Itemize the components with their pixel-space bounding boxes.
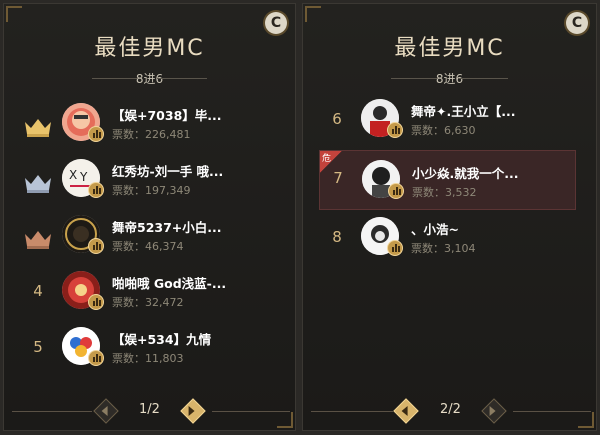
divider-line	[458, 78, 508, 79]
round-subtitle: 8进6	[135, 72, 164, 86]
pager: 2/2	[303, 398, 596, 426]
ranking-row[interactable]: 危 7 小少焱.就我一个... 票数：3,532	[319, 150, 576, 210]
ranking-row[interactable]: X Y 红秀坊-刘一手 哦... 票数：197,349	[14, 156, 285, 208]
ranking-row[interactable]: 5 【娱+534】九情 票数：11,803	[14, 324, 285, 376]
ranking-row[interactable]: 8 、小浩~ 票数：3,104	[313, 214, 586, 266]
page-indicator: 2/2	[440, 402, 461, 417]
rank-chart-icon	[88, 182, 104, 198]
vote-count: 票数：226,481	[112, 128, 191, 141]
danger-label: 危	[322, 154, 332, 164]
rank-chart-icon	[88, 238, 104, 254]
contestant-name: 啪啪哦 God浅蓝-...	[112, 276, 227, 291]
pager-line	[513, 411, 591, 412]
pager-line	[311, 411, 393, 412]
next-page-button[interactable]	[481, 398, 507, 424]
vote-count: 票数：11,803	[112, 352, 184, 365]
bronze-crown-icon	[25, 231, 51, 249]
ranking-panel-page-1: C 最佳男MC 8进6 【娱+7038】毕... 票数：226,481 X Y …	[3, 3, 296, 431]
rank-chart-icon	[88, 294, 104, 310]
subtitle-row: 8进6	[4, 70, 295, 86]
rank-chart-icon	[88, 126, 104, 142]
contestant-name: 【娱+7038】毕...	[112, 108, 222, 123]
ranking-row[interactable]: 舞帝5237+小白... 票数：46,374	[14, 212, 285, 264]
ranking-row[interactable]: 【娱+7038】毕... 票数：226,481	[14, 100, 285, 152]
subtitle-row: 8进6	[303, 70, 596, 86]
ranking-panel-page-2: C 最佳男MC 8进6 6 舞帝✦.王小立【... 票数：6,630 危 7 小…	[302, 3, 597, 431]
rank-chart-icon	[88, 350, 104, 366]
ranking-row[interactable]: 4 啪啪哦 God浅蓝-... 票数：32,472	[14, 268, 285, 320]
contestant-name: 【娱+534】九情	[112, 332, 212, 347]
svg-text:X: X	[69, 168, 77, 182]
rank-chart-icon	[387, 122, 403, 138]
gold-crown-icon	[25, 119, 51, 137]
round-subtitle: 8进6	[435, 72, 464, 86]
silver-crown-icon	[25, 175, 51, 193]
vote-count: 票数：3,104	[411, 242, 476, 255]
divider-line	[157, 78, 207, 79]
svg-text:Y: Y	[79, 170, 88, 184]
panel-title: 最佳男MC	[394, 36, 505, 61]
rank-number: 4	[33, 282, 43, 300]
prev-page-button[interactable]	[93, 398, 119, 424]
rank-number: 6	[332, 110, 342, 128]
contestant-name: 舞帝✦.王小立【...	[411, 104, 516, 119]
page-indicator: 1/2	[139, 402, 160, 417]
panel-title: 最佳男MC	[94, 36, 205, 61]
vote-count: 票数：3,532	[412, 186, 477, 199]
contestant-name: 红秀坊-刘一手 哦...	[112, 164, 224, 179]
vote-count: 票数：46,374	[112, 240, 184, 253]
next-page-button[interactable]	[180, 398, 206, 424]
rank-number: 7	[333, 169, 343, 187]
contestant-name: 舞帝5237+小白...	[112, 220, 222, 235]
pager: 1/2	[4, 398, 295, 426]
vote-count: 票数：197,349	[112, 184, 191, 197]
vote-count: 票数：6,630	[411, 124, 476, 137]
prev-page-button[interactable]	[393, 398, 419, 424]
ranking-row[interactable]: 6 舞帝✦.王小立【... 票数：6,630	[313, 96, 586, 148]
contestant-name: 小少焱.就我一个...	[412, 166, 519, 181]
rank-chart-icon	[387, 240, 403, 256]
rank-chart-icon	[388, 183, 404, 199]
vote-count: 票数：32,472	[112, 296, 184, 309]
contestant-name: 、小浩~	[411, 222, 459, 237]
rank-number: 5	[33, 338, 43, 356]
rank-number: 8	[332, 228, 342, 246]
pager-line	[12, 411, 92, 412]
pager-line	[212, 411, 290, 412]
